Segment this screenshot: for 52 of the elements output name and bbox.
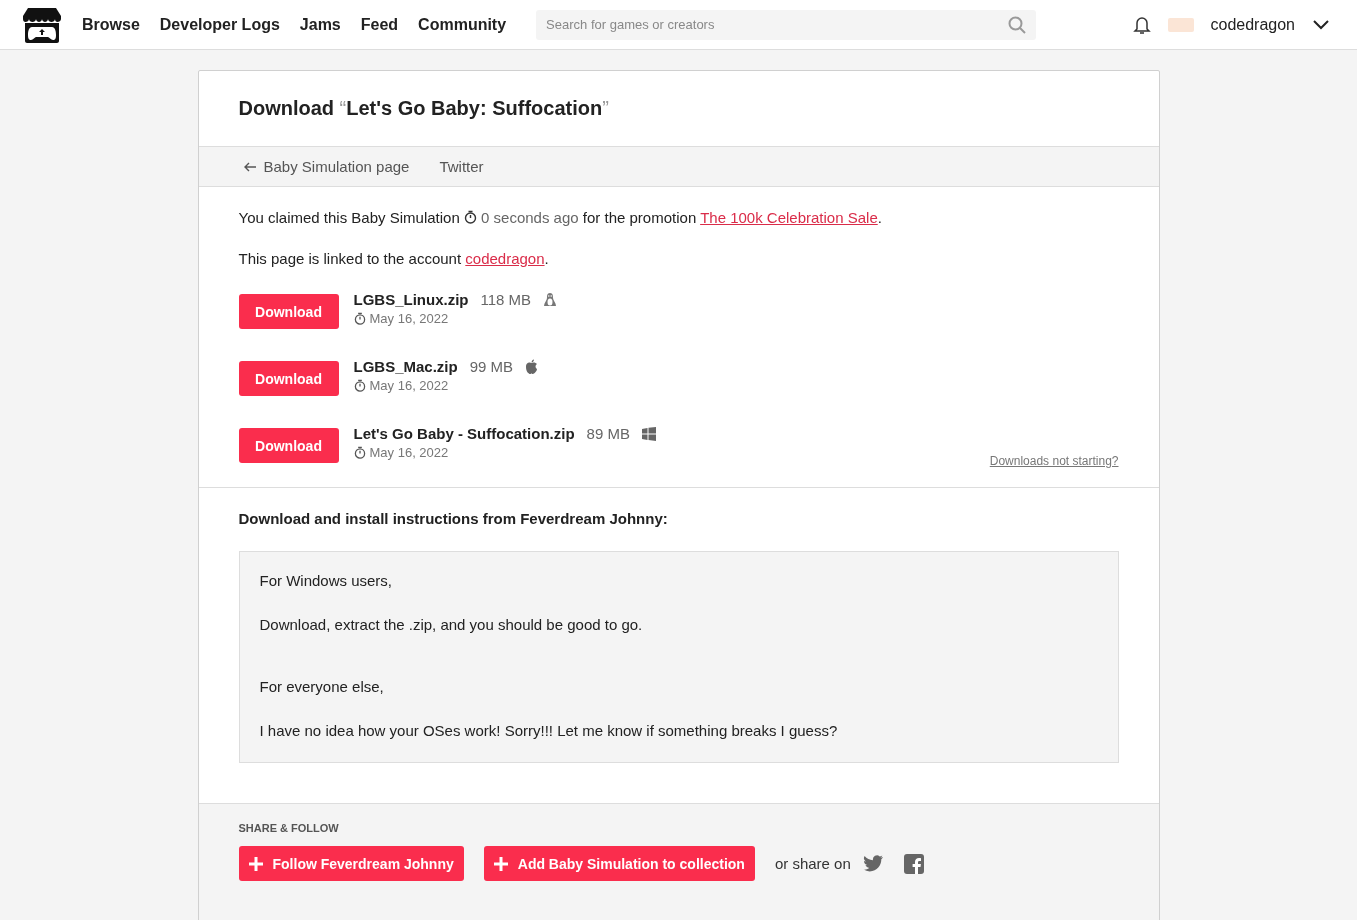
promotion-link[interactable]: The 100k Celebration Sale: [700, 209, 878, 226]
upload-date: May 16, 2022: [353, 311, 558, 326]
file-size: 118 MB: [480, 291, 532, 308]
file-name: LGBS_Linux.zip: [353, 291, 469, 308]
sub-nav-link[interactable]: Twitter: [439, 158, 484, 175]
site-logo-icon[interactable]: [22, 6, 62, 43]
penguin-icon: [543, 291, 558, 308]
instruction-text: I have no idea how your OSes work! Sorry!!! Let me know if something breaks I guess?: [259, 722, 839, 740]
stopwatch-icon: [353, 446, 366, 459]
search-icon[interactable]: [1008, 15, 1027, 34]
nav-link[interactable]: Developer Logs: [159, 15, 280, 34]
instruction-text: For Windows users,: [259, 572, 394, 590]
instruction-text: Download, extract the .zip, and you should be good to go.: [259, 616, 644, 634]
bell-icon[interactable]: [1132, 14, 1153, 35]
windows-icon: [641, 426, 656, 441]
claim-text: You claimed this Baby Simulation 0 seconds ago for the promotion The 100k Celebration Sale.: [238, 209, 883, 226]
nav-link[interactable]: Browse: [82, 15, 140, 34]
share-text: or share on: [774, 855, 851, 872]
chevron-down-icon[interactable]: [1313, 19, 1329, 30]
page-title: Download “Let's Go Baby: Suffocation”: [238, 97, 610, 120]
sub-nav-link[interactable]: Baby Simulation page: [242, 158, 410, 175]
search-field[interactable]: Search for games or creators: [536, 9, 1037, 40]
nav-link[interactable]: Feed: [360, 15, 399, 34]
file-size: 89 MB: [586, 425, 630, 442]
stopwatch-icon: [353, 312, 366, 325]
download-button[interactable]: Download: [238, 361, 339, 396]
bird-icon[interactable]: [862, 855, 884, 872]
plus-icon: [493, 856, 508, 871]
share-heading: SHARE & FOLLOW: [238, 822, 340, 834]
file-name: Let's Go Baby - Suffocation.zip: [353, 425, 575, 442]
download-button[interactable]: Download: [238, 428, 339, 463]
action-button[interactable]: Add Baby Simulation to collection: [483, 846, 755, 881]
action-button[interactable]: Follow Feverdream Johnny: [238, 846, 464, 881]
plus-icon: [248, 856, 263, 871]
file-size: 99 MB: [469, 358, 514, 375]
upload-date: May 16, 2022: [353, 445, 656, 460]
account-link[interactable]: codedragon: [465, 250, 545, 267]
instructions-heading: Download and install instructions from Feverdream Johnny:: [238, 510, 669, 527]
instruction-text: For everyone else,: [259, 678, 385, 696]
apple-icon: [525, 359, 539, 374]
username[interactable]: codedragon: [1210, 15, 1295, 34]
download-button[interactable]: Download: [238, 294, 339, 329]
upload-date: May 16, 2022: [353, 378, 539, 393]
nav-link[interactable]: Community: [418, 15, 507, 34]
help-link[interactable]: Downloads not starting?: [989, 454, 1119, 468]
left-arrow-icon: [242, 161, 257, 172]
linked-account-text: This page is linked to the account codedragon.: [238, 250, 550, 267]
stopwatch-icon: [353, 379, 366, 392]
stopwatch-icon: [463, 210, 477, 224]
file-name: LGBS_Mac.zip: [353, 358, 458, 375]
facebook-icon[interactable]: [903, 853, 924, 874]
nav-link[interactable]: Jams: [299, 15, 341, 34]
